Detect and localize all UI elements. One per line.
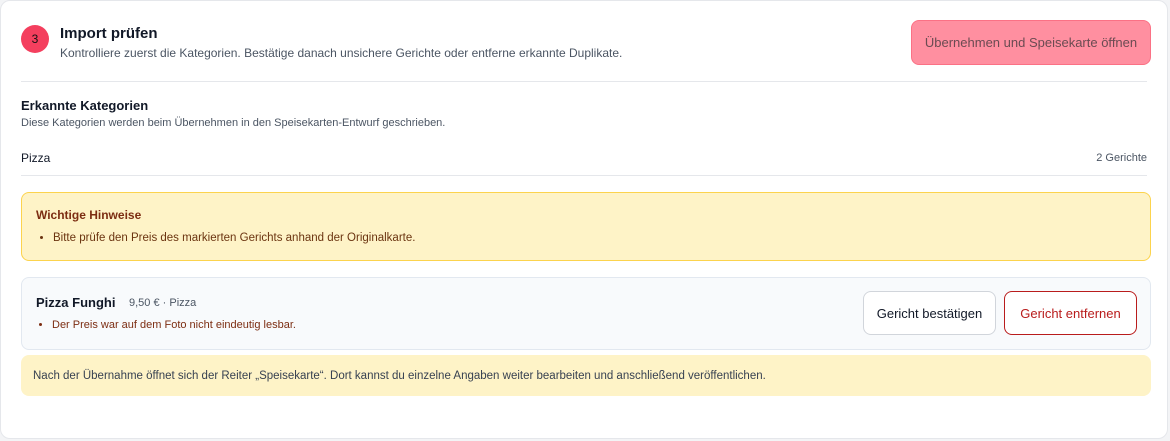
header-divider	[21, 81, 1147, 82]
notice-title: Wichtige Hinweise	[36, 208, 142, 222]
remove-dish-button[interactable]: Gericht entfernen	[1004, 291, 1137, 335]
post-import-hint: Nach der Übernahme öffnet sich der Reite…	[21, 355, 1151, 396]
categories-description: Diese Kategorien werden beim Übernehmen …	[21, 117, 446, 129]
apply-and-open-menu-button[interactable]: Übernehmen und Speisekarte öffnen	[911, 20, 1151, 65]
important-notice-box: Wichtige Hinweise Bitte prüfe den Preis …	[21, 192, 1151, 261]
dish-issue-list: Der Preis war auf dem Foto nicht eindeut…	[36, 319, 296, 331]
dish-price-category: 9,50 € · Pizza	[129, 297, 197, 309]
step-title: Import prüfen	[60, 25, 158, 42]
category-name: Pizza	[21, 151, 51, 165]
notice-list: Bitte prüfe den Preis des markierten Ger…	[36, 232, 415, 244]
dish-name: Pizza Funghi	[36, 295, 116, 310]
category-dish-count: 2 Gerichte	[1096, 152, 1147, 164]
confirm-dish-button[interactable]: Gericht bestätigen	[863, 291, 996, 335]
step-number-badge: 3	[21, 25, 49, 53]
categories-title: Erkannte Kategorien	[21, 98, 149, 113]
dish-review-card: Pizza Funghi 9,50 € · Pizza Der Preis wa…	[21, 277, 1151, 350]
category-divider	[21, 175, 1147, 176]
notice-item: Bitte prüfe den Preis des markierten Ger…	[53, 232, 415, 244]
import-review-card: 3 Import prüfen Kontrolliere zuerst die …	[0, 0, 1168, 439]
step-description: Kontrolliere zuerst die Kategorien. Best…	[60, 46, 623, 60]
dish-issue-item: Der Preis war auf dem Foto nicht eindeut…	[52, 319, 296, 331]
